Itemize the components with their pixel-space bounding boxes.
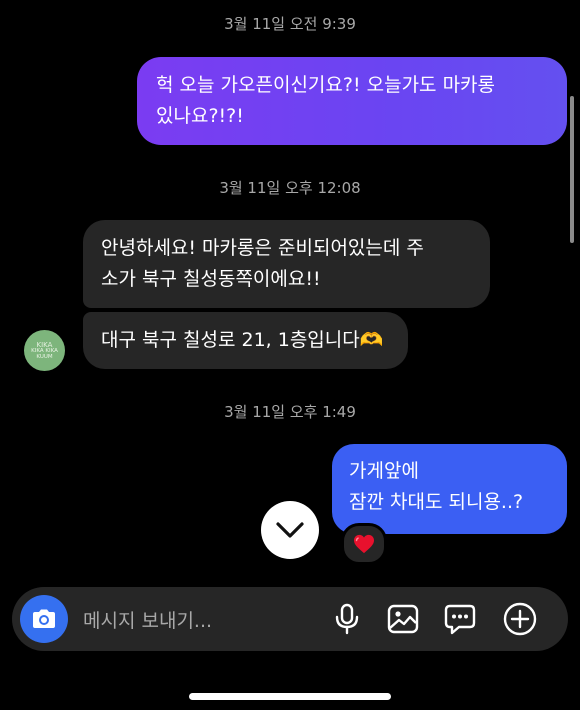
chat-bubble-icon [444, 604, 476, 635]
sticker-button[interactable] [442, 601, 478, 637]
microphone-button[interactable] [329, 601, 365, 637]
image-icon [387, 604, 419, 634]
microphone-icon [335, 603, 359, 635]
gallery-button[interactable] [385, 601, 421, 637]
sent-message-bubble[interactable]: 헉 오늘 가오픈이신기요?! 오늘가도 마카롱 있나요?!?! [137, 57, 567, 145]
contact-avatar[interactable]: KIKA KIKA KIKA KUUM [24, 330, 65, 371]
message-input[interactable]: 메시지 보내기... [83, 606, 212, 633]
heart-reaction[interactable] [341, 523, 387, 565]
avatar-logo-line2: KUUM [36, 353, 53, 360]
scroll-to-bottom-button[interactable] [261, 501, 319, 559]
received-message-bubble[interactable]: 안녕하세요! 마카롱은 준비되어있는데 주 소가 북구 칠성동쪽이에요!! [83, 220, 490, 308]
timestamp: 3월 11일 오후 12:08 [219, 179, 361, 197]
plus-circle-icon [503, 602, 537, 636]
scrollbar[interactable] [570, 96, 574, 243]
received-message-bubble[interactable]: 대구 북구 칠성로 21, 1층입니다🫶 [83, 312, 408, 369]
message-composer: 메시지 보내기... [12, 587, 568, 651]
heart-icon [354, 534, 374, 554]
chevron-down-icon [276, 522, 304, 538]
sent-message-bubble[interactable]: 가게앞에 잠깐 차대도 되니용..? [332, 444, 567, 534]
timestamp: 3월 11일 오후 1:49 [224, 403, 356, 421]
add-button[interactable] [502, 601, 538, 637]
home-indicator[interactable] [189, 693, 391, 700]
timestamp: 3월 11일 오전 9:39 [224, 15, 356, 33]
camera-button[interactable] [20, 595, 68, 643]
camera-icon [33, 609, 55, 628]
